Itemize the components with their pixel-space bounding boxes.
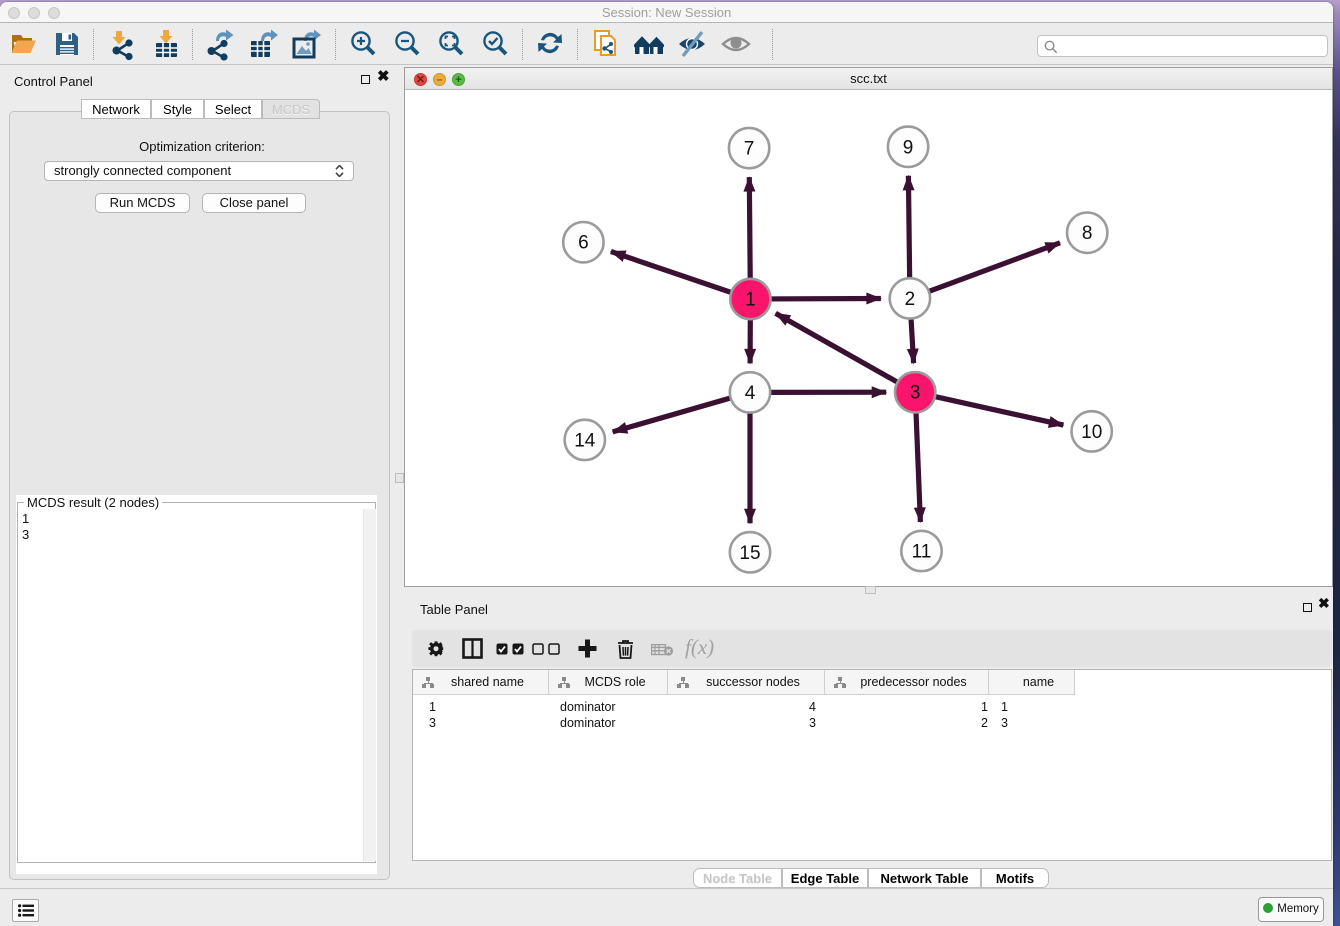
svg-text:9: 9 (903, 137, 914, 158)
svg-text:7: 7 (744, 139, 755, 160)
svg-text:8: 8 (1082, 223, 1093, 244)
svg-text:1: 1 (745, 290, 756, 311)
svg-text:10: 10 (1081, 422, 1102, 443)
svg-text:2: 2 (905, 289, 916, 310)
svg-text:3: 3 (910, 383, 921, 404)
svg-text:11: 11 (912, 542, 932, 563)
svg-text:14: 14 (574, 430, 596, 451)
svg-text:15: 15 (739, 543, 760, 564)
svg-text:4: 4 (745, 383, 756, 404)
svg-text:6: 6 (578, 233, 589, 254)
